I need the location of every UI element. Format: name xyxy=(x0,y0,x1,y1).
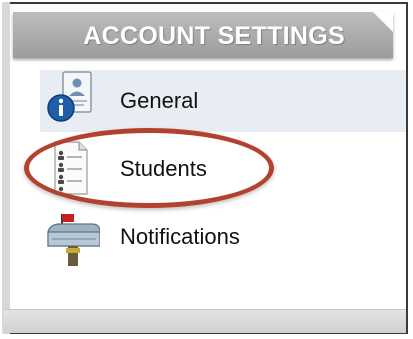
highlight-oval xyxy=(24,128,274,208)
menu-item-general[interactable]: General xyxy=(40,70,406,132)
menu-item-label: General xyxy=(120,88,199,113)
menu-item-notifications[interactable]: Notifications xyxy=(40,206,406,268)
header-title: ACCOUNT SETTINGS xyxy=(83,22,345,50)
mailbox-icon xyxy=(44,212,101,268)
account-settings-header: ACCOUNT SETTINGS xyxy=(13,12,393,58)
menu-item-label: Notifications xyxy=(120,224,240,249)
left-gutter xyxy=(2,2,10,334)
id-card-info-icon xyxy=(46,70,96,128)
header-notch xyxy=(373,12,393,32)
bottom-bar xyxy=(4,309,406,333)
